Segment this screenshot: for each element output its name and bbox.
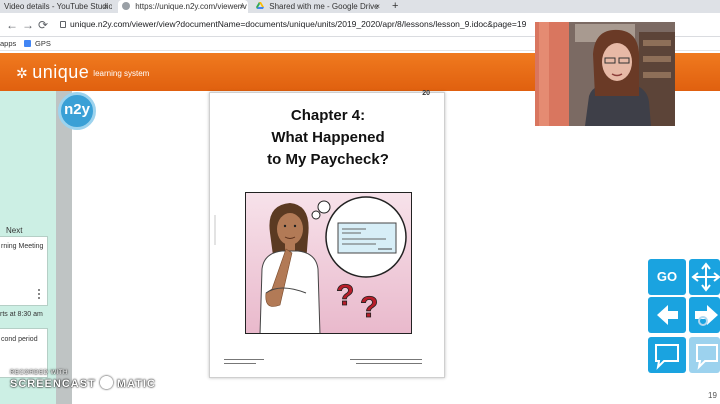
comment-button[interactable] <box>648 337 686 373</box>
tab-title: https://unique.n2y.com/viewer/v <box>135 2 247 11</box>
side-strip <box>214 215 216 245</box>
schedule-card[interactable]: rning Meeting <box>0 236 48 306</box>
tab-google-drive[interactable]: Shared with me - Google Drive × <box>252 0 384 13</box>
schedule-item-text: rning Meeting <box>1 243 44 250</box>
drag-handle-icon[interactable] <box>38 289 40 299</box>
footer-fineprint <box>224 363 256 364</box>
presenter-video-icon <box>535 22 675 126</box>
page-marker: 20 <box>422 90 430 97</box>
close-tab-icon[interactable]: × <box>375 0 380 13</box>
bookmark-apps[interactable]: apps <box>0 37 16 51</box>
google-drive-icon <box>256 1 264 9</box>
screencast-logo-icon <box>99 376 113 389</box>
url-text: unique.n2y.com/viewer/view?documentName=… <box>70 19 527 29</box>
speech-bubble-icon <box>696 344 718 370</box>
go-button[interactable]: GO <box>648 259 686 295</box>
bookmark-gps[interactable]: GPS <box>35 37 51 51</box>
close-tab-icon[interactable]: × <box>103 0 108 13</box>
tab-unique-viewer[interactable]: https://unique.n2y.com/viewer/v × <box>118 0 248 13</box>
close-tab-icon[interactable]: × <box>239 0 244 13</box>
footer-fineprint <box>224 359 264 360</box>
tab-title: Video details - YouTube Studio <box>4 2 112 11</box>
document-page: 20 Chapter 4: What Happened to My Payche… <box>209 90 446 378</box>
forward-arrow-icon[interactable]: → <box>22 18 34 32</box>
confused-person-paycheck-icon: ? ? <box>259 196 407 333</box>
unique-logo[interactable]: ✲ unique learning system <box>16 61 149 85</box>
chapter-line: Chapter 4: <box>290 107 366 124</box>
next-page-button[interactable] <box>689 297 720 333</box>
page-number: 19 <box>708 391 717 400</box>
footer-fineprint <box>350 359 422 360</box>
brand-name: unique <box>32 62 90 82</box>
snowflake-logo-icon: ✲ <box>16 65 29 81</box>
watermark-brand: SCREENCAST <box>10 378 96 390</box>
lock-icon <box>60 21 66 28</box>
globe-icon <box>122 2 130 10</box>
gps-icon <box>24 40 31 47</box>
chapter-illustration: ? ? <box>245 192 412 334</box>
brand-subtitle: learning system <box>93 69 150 78</box>
n2y-logo[interactable]: n2y <box>58 92 96 130</box>
chapter-title: Chapter 4: What Happened to My Paycheck? <box>210 105 446 171</box>
browser-tab-strip: Video details - YouTube Studio × https:/… <box>0 0 720 13</box>
svg-text:?: ? <box>336 279 354 312</box>
chapter-line: What Happened <box>271 129 385 146</box>
screencast-watermark: RECORDED WITH SCREENCAST MATIC <box>10 370 156 390</box>
watermark-brand-suffix: MATIC <box>116 378 156 390</box>
watermark-line2: SCREENCAST MATIC <box>10 376 156 390</box>
schedule-time-text: rts at 8:30 am <box>0 311 43 318</box>
schedule-item-text: cond period <box>1 336 38 343</box>
url-field[interactable]: unique.n2y.com/viewer/view?documentName=… <box>60 18 526 31</box>
move-arrows-icon <box>691 262 720 292</box>
reload-icon[interactable]: ⟳ <box>38 18 48 32</box>
webcam-overlay <box>535 22 675 126</box>
tab-youtube-studio[interactable]: Video details - YouTube Studio × <box>0 0 112 13</box>
chapter-line: to My Paycheck? <box>267 151 389 168</box>
previous-page-button[interactable] <box>648 297 686 333</box>
footer-fineprint <box>356 363 422 364</box>
tab-title: Shared with me - Google Drive <box>269 2 379 11</box>
arrow-right-icon <box>695 305 718 326</box>
next-label[interactable]: Next <box>6 226 22 235</box>
arrow-left-icon <box>657 305 678 325</box>
sidebar-divider <box>56 91 72 404</box>
new-tab-button[interactable]: + <box>390 0 404 13</box>
back-arrow-icon[interactable]: ← <box>6 18 18 32</box>
speech-bubble-icon <box>655 344 679 370</box>
comment-alt-button[interactable] <box>689 337 720 373</box>
fullscreen-button[interactable] <box>689 259 720 295</box>
svg-text:?: ? <box>360 291 378 324</box>
